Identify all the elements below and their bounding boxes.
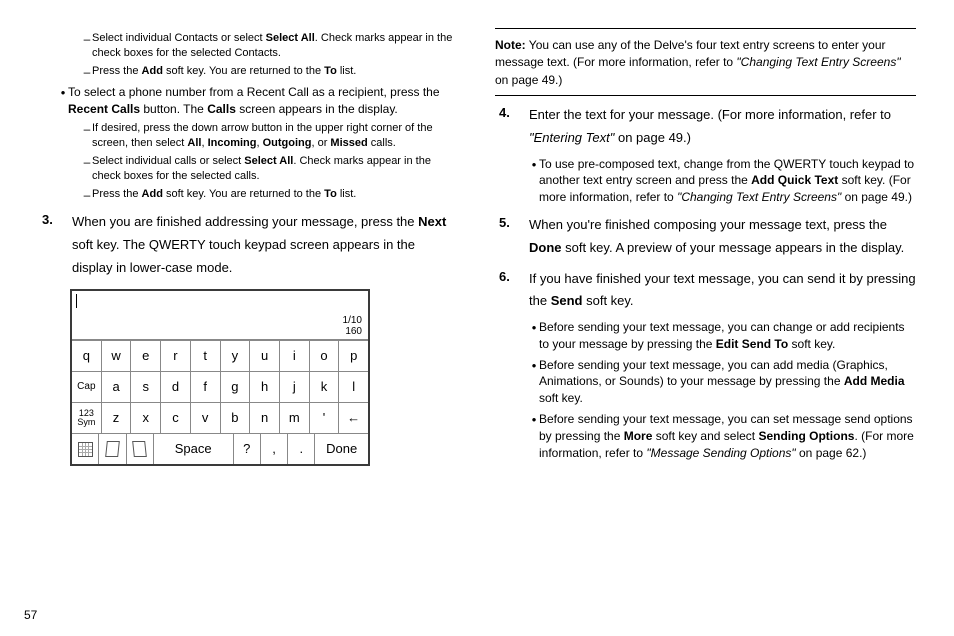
- dash-item: – Select individual Contacts or select S…: [82, 31, 459, 61]
- bullet-item: • Before sending your text message, you …: [529, 411, 916, 461]
- bullet-text: To use pre-composed text, change from th…: [539, 156, 916, 206]
- bullet-dot: •: [529, 411, 539, 461]
- key-b[interactable]: b: [221, 403, 251, 433]
- key-row-3: 123 Sym z x c v b n m ' ←: [72, 402, 368, 433]
- note-rule-top: [495, 28, 916, 29]
- key-v[interactable]: v: [191, 403, 221, 433]
- key-cap[interactable]: Cap: [72, 372, 102, 402]
- bullet-text: Before sending your text message, you ca…: [539, 357, 916, 407]
- bullet-item: • To select a phone number from a Recent…: [58, 84, 459, 118]
- key-question[interactable]: ?: [234, 434, 261, 464]
- key-d[interactable]: d: [161, 372, 191, 402]
- step-text: If you have finished your text message, …: [529, 268, 916, 314]
- step-number: 6.: [495, 268, 529, 314]
- step-number: 4.: [495, 104, 529, 150]
- key-i[interactable]: i: [280, 341, 310, 371]
- key-u[interactable]: u: [250, 341, 280, 371]
- key-row-4: Space ? , . Done: [72, 433, 368, 464]
- key-apostrophe[interactable]: ': [310, 403, 340, 433]
- step-3: 3. When you are finished addressing your…: [38, 211, 459, 279]
- dash-text: Select individual Contacts or select Sel…: [92, 31, 459, 61]
- note-block: Note: You can use any of the Delve's fou…: [495, 35, 916, 95]
- bullet-text: Before sending your text message, you ca…: [539, 411, 916, 461]
- key-e[interactable]: e: [131, 341, 161, 371]
- key-mode-grid[interactable]: [72, 434, 99, 464]
- key-x[interactable]: x: [131, 403, 161, 433]
- left-column: – Select individual Contacts or select S…: [38, 28, 459, 618]
- key-n[interactable]: n: [250, 403, 280, 433]
- bullet-text: Before sending your text message, you ca…: [539, 319, 916, 353]
- key-l[interactable]: l: [339, 372, 368, 402]
- step-text: Enter the text for your message. (For mo…: [529, 104, 916, 150]
- key-o[interactable]: o: [310, 341, 340, 371]
- key-mode-page-1[interactable]: [99, 434, 126, 464]
- key-f[interactable]: f: [191, 372, 221, 402]
- dash-bullet: –: [82, 31, 92, 61]
- step-6: 6. If you have finished your text messag…: [495, 268, 916, 314]
- page-number: 57: [24, 607, 37, 624]
- keypad-screen: 1/10160: [72, 291, 368, 340]
- key-row-1: q w e r t y u i o p: [72, 340, 368, 371]
- dash-bullet: –: [82, 64, 92, 80]
- key-g[interactable]: g: [221, 372, 251, 402]
- key-123sym[interactable]: 123 Sym: [72, 403, 102, 433]
- key-h[interactable]: h: [250, 372, 280, 402]
- key-k[interactable]: k: [310, 372, 340, 402]
- step-text: When you're finished composing your mess…: [529, 214, 916, 260]
- step-number: 5.: [495, 214, 529, 260]
- dash-text: Press the Add soft key. You are returned…: [92, 187, 459, 203]
- key-t[interactable]: t: [191, 341, 221, 371]
- qwerty-keypad: 1/10160 q w e r t y u i o p Cap a s d f: [70, 289, 370, 466]
- key-comma[interactable]: ,: [261, 434, 288, 464]
- dash-text: If desired, press the down arrow button …: [92, 121, 459, 151]
- key-backspace[interactable]: ←: [339, 403, 368, 433]
- bullet-item: • Before sending your text message, you …: [529, 357, 916, 407]
- dash-item: – Press the Add soft key. You are return…: [82, 187, 459, 203]
- bullet-dot: •: [58, 84, 68, 118]
- note-rule-bottom: [495, 95, 916, 96]
- step-text: When you are finished addressing your me…: [72, 211, 459, 279]
- page-icon: [105, 441, 120, 457]
- dash-bullet: –: [82, 187, 92, 203]
- bullet-dot: •: [529, 319, 539, 353]
- key-z[interactable]: z: [102, 403, 132, 433]
- key-space[interactable]: Space: [154, 434, 234, 464]
- dash-text: Press the Add soft key. You are returned…: [92, 64, 459, 80]
- key-c[interactable]: c: [161, 403, 191, 433]
- dash-text: Select individual calls or select Select…: [92, 154, 459, 184]
- key-p[interactable]: p: [339, 341, 368, 371]
- right-column: Note: You can use any of the Delve's fou…: [495, 28, 916, 618]
- key-s[interactable]: s: [131, 372, 161, 402]
- step-5: 5. When you're finished composing your m…: [495, 214, 916, 260]
- key-a[interactable]: a: [102, 372, 132, 402]
- key-row-2: Cap a s d f g h j k l: [72, 371, 368, 402]
- key-mode-page-2[interactable]: [127, 434, 154, 464]
- bullet-dot: •: [529, 357, 539, 407]
- key-y[interactable]: y: [221, 341, 251, 371]
- bullet-item: • Before sending your text message, you …: [529, 319, 916, 353]
- dash-bullet: –: [82, 154, 92, 184]
- step-4: 4. Enter the text for your message. (For…: [495, 104, 916, 150]
- key-w[interactable]: w: [102, 341, 132, 371]
- char-counter: 1/10160: [343, 315, 362, 337]
- bullet-dot: •: [529, 156, 539, 206]
- dash-bullet: –: [82, 121, 92, 151]
- grid-icon: [78, 442, 93, 457]
- key-r[interactable]: r: [161, 341, 191, 371]
- document-page: – Select individual Contacts or select S…: [0, 0, 954, 636]
- key-q[interactable]: q: [72, 341, 102, 371]
- dash-item: – If desired, press the down arrow butto…: [82, 121, 459, 151]
- dash-item: – Press the Add soft key. You are return…: [82, 64, 459, 80]
- key-j[interactable]: j: [280, 372, 310, 402]
- dash-item: – Select individual calls or select Sele…: [82, 154, 459, 184]
- bullet-item: • To use pre-composed text, change from …: [529, 156, 916, 206]
- key-period[interactable]: .: [288, 434, 315, 464]
- key-m[interactable]: m: [280, 403, 310, 433]
- bullet-text: To select a phone number from a Recent C…: [68, 84, 459, 118]
- page-icon: [132, 441, 147, 457]
- text-cursor-icon: [76, 294, 77, 308]
- step-number: 3.: [38, 211, 72, 279]
- key-done[interactable]: Done: [315, 434, 368, 464]
